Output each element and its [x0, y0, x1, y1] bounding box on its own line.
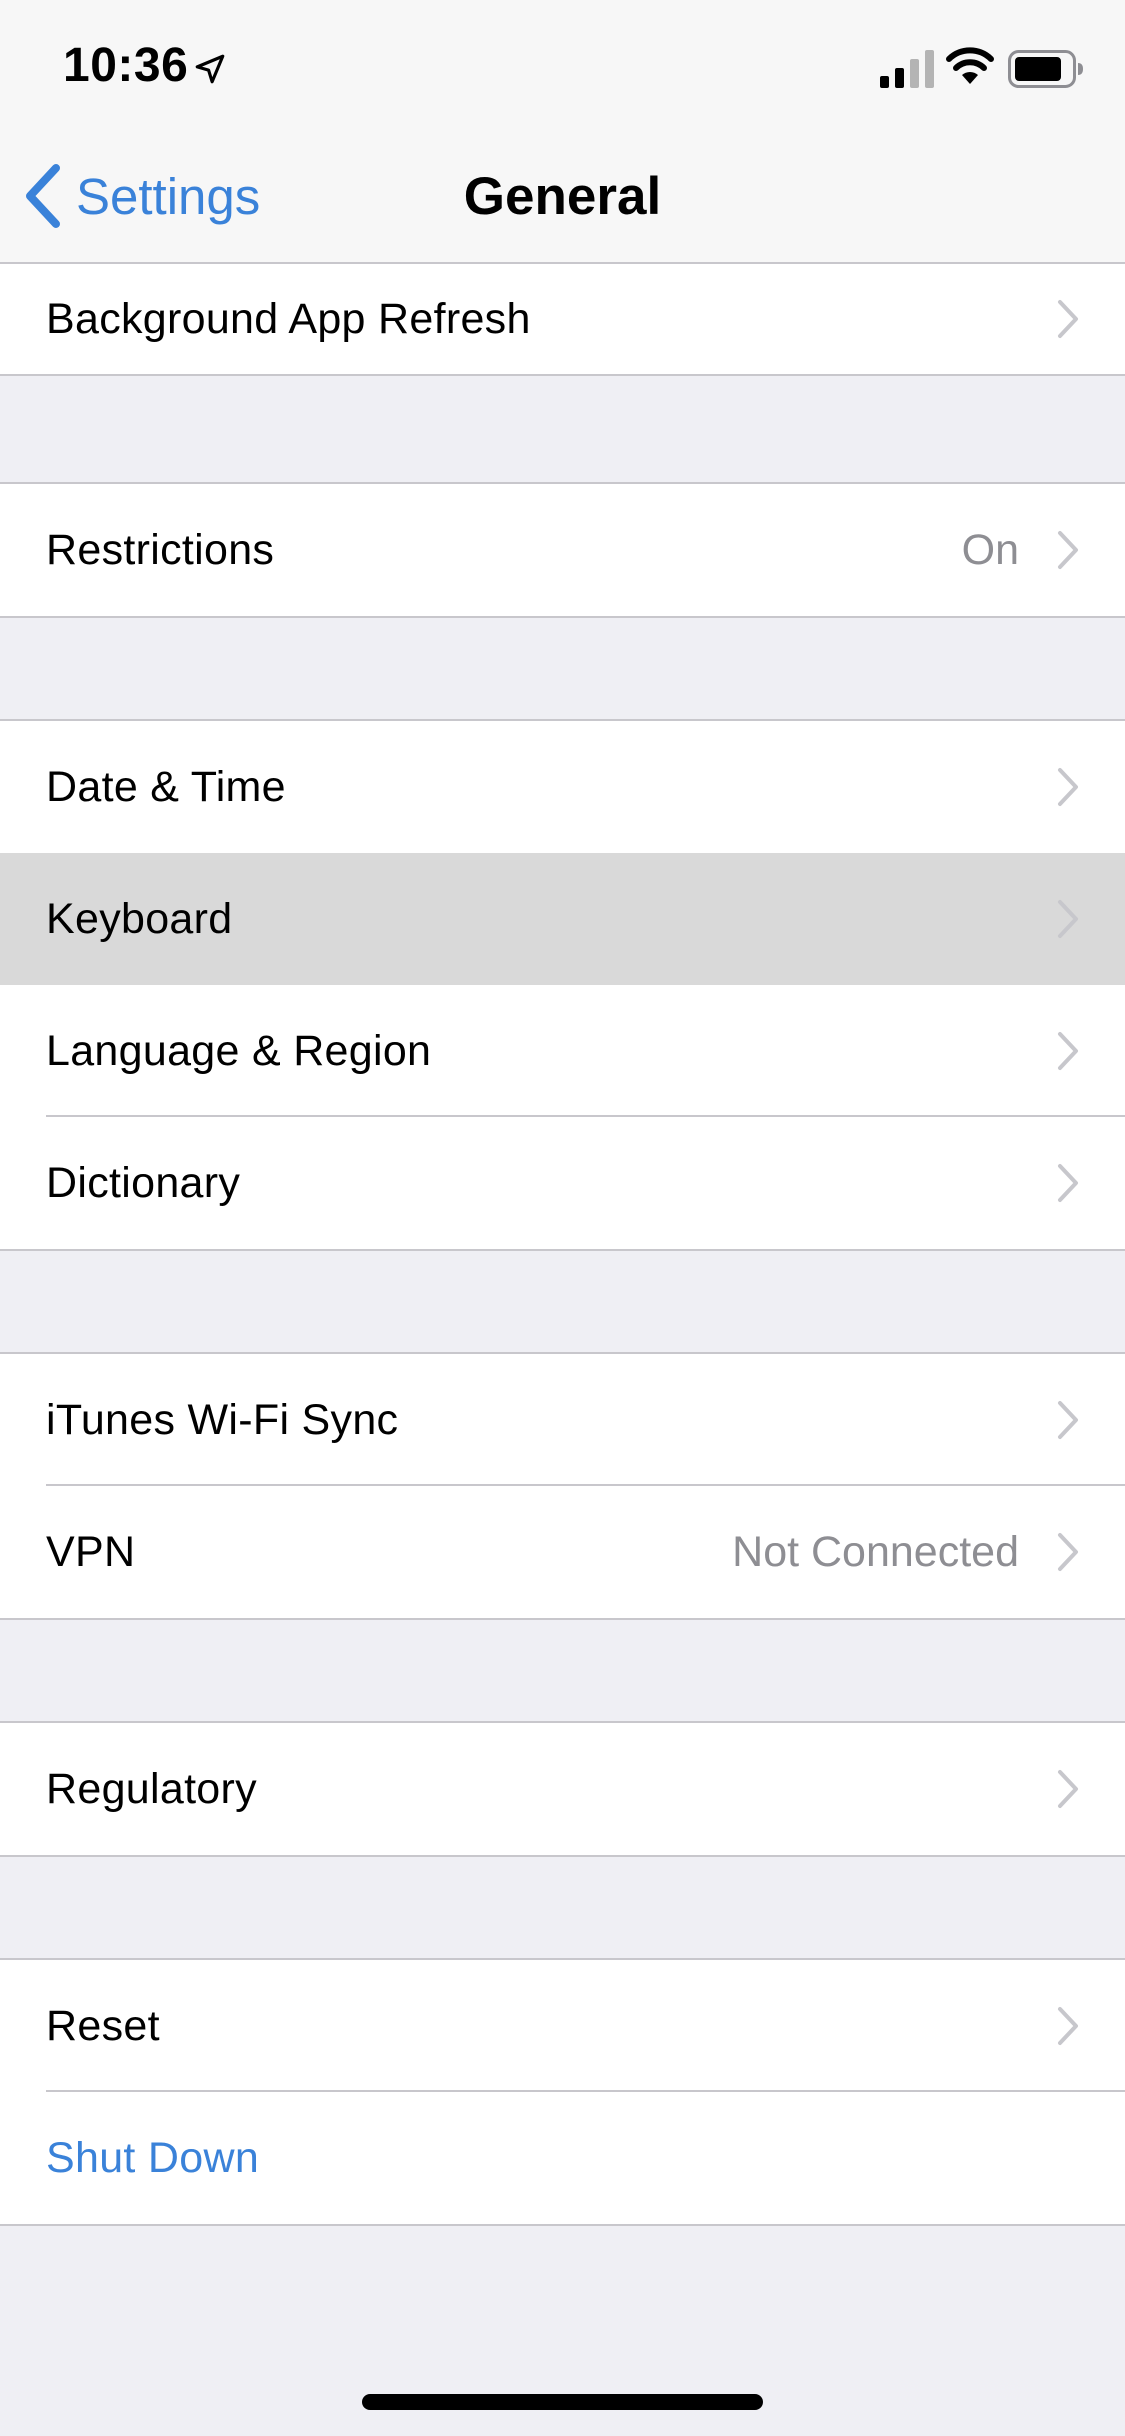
shut-down-label: Shut Down: [46, 2133, 260, 2182]
row-reset[interactable]: Reset: [0, 1960, 1125, 2092]
chevron-right-icon: [1058, 768, 1078, 806]
row-language-region[interactable]: Language & Region: [0, 985, 1125, 1117]
row-label: Date & Time: [46, 762, 286, 811]
settings-group: Restrictions On: [0, 482, 1125, 618]
shut-down-button[interactable]: Shut Down: [0, 2092, 1125, 2224]
row-label: Regulatory: [46, 1764, 257, 1813]
row-regulatory[interactable]: Regulatory: [0, 1723, 1125, 1855]
chevron-right-icon: [1058, 1770, 1078, 1808]
row-keyboard[interactable]: Keyboard: [0, 853, 1125, 985]
row-value: On: [961, 525, 1019, 574]
settings-group: Background App Refresh: [0, 264, 1125, 376]
status-time: 10:36: [63, 39, 189, 92]
row-dictionary[interactable]: Dictionary: [0, 1117, 1125, 1249]
chevron-right-icon: [1058, 1533, 1078, 1571]
chevron-right-icon: [1058, 1401, 1078, 1439]
home-indicator[interactable]: [362, 2394, 763, 2410]
settings-group: Reset Shut Down: [0, 1958, 1125, 2226]
row-label: Background App Refresh: [46, 294, 531, 343]
page-title: General: [463, 167, 662, 226]
cellular-signal-icon: [880, 50, 934, 88]
row-label: Keyboard: [46, 894, 233, 943]
location-arrow-icon: [195, 54, 225, 84]
settings-group: Date & Time Keyboard Language & Region D…: [0, 719, 1125, 1251]
row-background-app-refresh[interactable]: Background App Refresh: [0, 264, 1125, 374]
row-vpn[interactable]: VPN Not Connected: [0, 1486, 1125, 1618]
chevron-right-icon: [1058, 1032, 1078, 1070]
settings-group: Regulatory: [0, 1721, 1125, 1857]
row-label: iTunes Wi-Fi Sync: [46, 1395, 399, 1444]
row-label: VPN: [46, 1527, 136, 1576]
chevron-right-icon: [1058, 531, 1078, 569]
row-label: Restrictions: [46, 525, 275, 574]
row-label: Dictionary: [46, 1158, 241, 1207]
battery-icon: [1008, 50, 1083, 88]
chevron-right-icon: [1058, 900, 1078, 938]
row-restrictions[interactable]: Restrictions On: [0, 484, 1125, 616]
row-value: Not Connected: [732, 1527, 1019, 1576]
navigation-bar: Settings General: [0, 130, 1125, 264]
wifi-icon: [946, 47, 994, 84]
settings-group: iTunes Wi-Fi Sync VPN Not Connected: [0, 1352, 1125, 1620]
chevron-right-icon: [1058, 300, 1078, 338]
row-label: Reset: [46, 2001, 160, 2050]
chevron-right-icon: [1058, 1164, 1078, 1202]
row-itunes-wifi-sync[interactable]: iTunes Wi-Fi Sync: [0, 1354, 1125, 1486]
chevron-right-icon: [1058, 2007, 1078, 2045]
row-date-time[interactable]: Date & Time: [0, 721, 1125, 853]
row-label: Language & Region: [46, 1026, 432, 1075]
status-bar: 10:36: [0, 0, 1125, 130]
